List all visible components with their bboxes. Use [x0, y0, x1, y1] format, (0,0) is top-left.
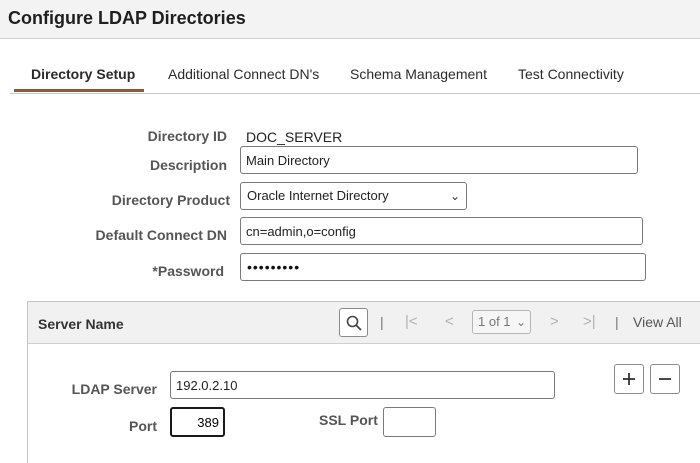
minus-icon	[659, 378, 671, 380]
active-tab-indicator	[14, 89, 144, 92]
grid-title: Server Name	[38, 316, 124, 332]
tab-schema-management[interactable]: Schema Management	[350, 66, 487, 82]
ldap-server-input[interactable]	[170, 371, 555, 399]
server-name-grid: Server Name | |< < 1 of 1 ⌄ > >| | View …	[27, 301, 700, 463]
separator: |	[380, 314, 384, 330]
port-label: Port	[129, 418, 157, 434]
directory-id-label: Directory ID	[147, 128, 227, 144]
delete-row-button[interactable]	[650, 364, 680, 394]
first-page-icon[interactable]: |<	[405, 313, 418, 330]
separator: |	[615, 314, 619, 330]
last-page-icon[interactable]: >|	[583, 313, 596, 330]
page-header: Configure LDAP Directories	[0, 0, 700, 39]
directory-product-select[interactable]: Oracle Internet Directory ⌄	[240, 182, 467, 210]
ssl-port-label: SSL Port	[319, 412, 378, 428]
default-connect-dn-input[interactable]	[240, 217, 643, 245]
password-input[interactable]: •••••••••	[240, 253, 646, 281]
search-icon	[346, 315, 361, 330]
port-input[interactable]	[170, 407, 225, 437]
previous-page-icon[interactable]: <	[445, 313, 454, 330]
view-all-link[interactable]: View All	[633, 314, 682, 330]
password-mask: •••••••••	[247, 259, 301, 275]
ldap-server-label: LDAP Server	[71, 381, 157, 397]
directory-product-value: Oracle Internet Directory	[247, 188, 389, 203]
tab-test-connectivity[interactable]: Test Connectivity	[518, 66, 624, 82]
page-selector[interactable]: 1 of 1 ⌄	[472, 310, 531, 334]
plus-icon	[623, 373, 635, 385]
tab-directory-setup[interactable]: Directory Setup	[31, 66, 135, 82]
password-label: *Password	[152, 263, 224, 279]
tab-additional-connect-dns[interactable]: Additional Connect DN's	[168, 66, 319, 82]
description-input[interactable]	[240, 146, 638, 174]
chevron-down-icon: ⌄	[449, 189, 460, 203]
ssl-port-input[interactable]	[383, 407, 436, 437]
directory-product-label: Directory Product	[111, 192, 230, 208]
chevron-down-icon: ⌄	[515, 315, 526, 329]
page-title: Configure LDAP Directories	[8, 8, 246, 28]
default-connect-dn-label: Default Connect DN	[95, 227, 227, 243]
next-page-icon[interactable]: >	[550, 313, 559, 330]
directory-id-value: DOC_SERVER	[246, 129, 343, 145]
page-indicator: 1 of 1	[478, 314, 511, 329]
description-label: Description	[149, 157, 227, 173]
search-button[interactable]	[339, 308, 368, 337]
tab-divider	[10, 93, 700, 94]
grid-header: Server Name | |< < 1 of 1 ⌄ > >| | View …	[28, 302, 700, 344]
add-row-button[interactable]	[614, 364, 644, 394]
